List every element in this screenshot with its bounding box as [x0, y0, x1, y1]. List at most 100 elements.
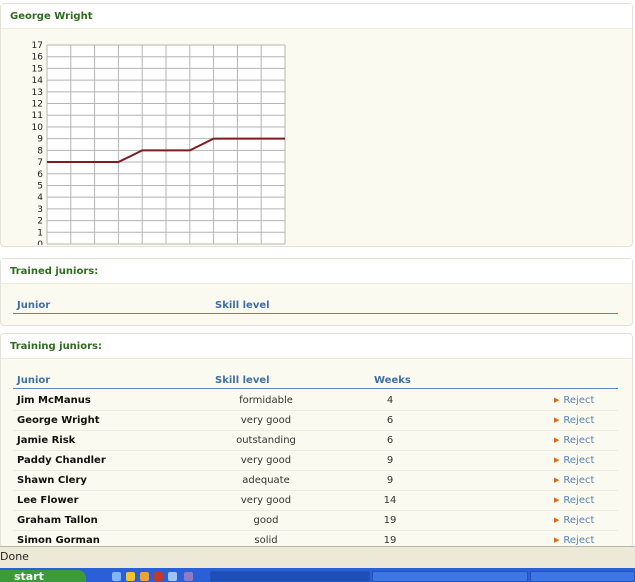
reject-label: Reject — [563, 435, 595, 446]
junior-name[interactable]: Jim McManus — [17, 395, 91, 406]
arrow-right-icon: ▶ — [554, 476, 560, 484]
y-tick-label: 6 — [37, 170, 43, 180]
column-header-skill-level: Skill level — [215, 375, 270, 386]
trained-juniors-panel: Trained juniors: Junior Skill level — [0, 258, 633, 326]
y-tick-label: 1 — [37, 228, 43, 238]
table-row: George Wright very good 6 ▶ Reject — [13, 411, 618, 431]
reject-link[interactable]: ▶ Reject — [554, 435, 594, 446]
reject-label: Reject — [563, 415, 595, 426]
y-tick-label: 5 — [37, 181, 43, 191]
arrow-right-icon: ▶ — [554, 436, 560, 444]
y-tick-label: 2 — [37, 217, 43, 227]
quick-launch-media-icon[interactable] — [126, 572, 135, 581]
junior-name[interactable]: Lee Flower — [17, 495, 79, 506]
reject-link[interactable]: ▶ Reject — [554, 495, 594, 506]
junior-name[interactable]: Shawn Clery — [17, 475, 87, 486]
table-row: Paddy Chandler very good 9 ▶ Reject — [13, 451, 618, 471]
start-button[interactable]: start — [0, 570, 86, 582]
y-tick-label: 4 — [37, 193, 43, 203]
arrow-right-icon: ▶ — [554, 416, 560, 424]
taskbar-window-button[interactable] — [530, 571, 635, 582]
taskbar-window-button[interactable] — [372, 571, 528, 582]
weeks-count: 19 — [383, 535, 397, 546]
table-row: Jim McManus formidable 4 ▶ Reject — [13, 391, 618, 411]
reject-label: Reject — [563, 535, 595, 546]
training-juniors-title: Training juniors: — [1, 334, 632, 359]
y-tick-label: 9 — [37, 135, 43, 145]
y-tick-label: 3 — [37, 205, 43, 215]
taskbar-window-button[interactable] — [210, 571, 370, 582]
trained-juniors-table-header: Junior Skill level — [13, 298, 618, 314]
arrow-right-icon: ▶ — [554, 536, 560, 544]
y-tick-label: 0 — [37, 240, 43, 245]
reject-label: Reject — [563, 455, 595, 466]
reject-link[interactable]: ▶ Reject — [554, 475, 594, 486]
quick-launch-folder-icon[interactable] — [140, 572, 149, 581]
reject-link[interactable]: ▶ Reject — [554, 415, 594, 426]
column-header-junior: Junior — [17, 375, 51, 386]
weeks-count: 4 — [386, 395, 394, 406]
trained-juniors-title: Trained juniors: — [1, 259, 632, 284]
y-tick-label: 17 — [32, 41, 43, 51]
reject-label: Reject — [563, 495, 595, 506]
weeks-count: 9 — [386, 475, 394, 486]
y-tick-label: 13 — [32, 88, 43, 98]
skill-level: outstanding — [236, 435, 296, 446]
reject-link[interactable]: ▶ Reject — [554, 395, 594, 406]
junior-name[interactable]: George Wright — [17, 415, 100, 426]
column-header-junior: Junior — [17, 300, 51, 311]
junior-name[interactable]: Graham Tallon — [17, 515, 98, 526]
column-header-skill-level: Skill level — [215, 300, 270, 311]
reject-link[interactable]: ▶ Reject — [554, 455, 594, 466]
skill-level: solid — [254, 535, 278, 546]
player-chart-title: George Wright — [1, 4, 632, 29]
weeks-count: 9 — [386, 455, 394, 466]
quick-launch-ie-icon[interactable] — [112, 572, 121, 581]
table-row: Shawn Clery adequate 9 ▶ Reject — [13, 471, 618, 491]
weeks-count: 14 — [383, 495, 397, 506]
skill-level: very good — [240, 415, 292, 426]
status-text: Done — [0, 550, 29, 563]
skill-history-chart: 01234567891011121314151617 — [32, 41, 286, 245]
quick-launch-desktop-icon[interactable] — [168, 572, 177, 581]
junior-name[interactable]: Simon Gorman — [17, 535, 100, 546]
reject-link[interactable]: ▶ Reject — [554, 515, 594, 526]
y-tick-label: 15 — [32, 64, 43, 74]
weeks-count: 6 — [386, 415, 394, 426]
arrow-right-icon: ▶ — [554, 396, 560, 404]
reject-label: Reject — [563, 515, 595, 526]
y-tick-label: 8 — [37, 146, 43, 156]
arrow-right-icon: ▶ — [554, 456, 560, 464]
quick-launch-app-icon[interactable] — [154, 572, 163, 581]
junior-name[interactable]: Jamie Risk — [17, 435, 75, 446]
junior-name[interactable]: Paddy Chandler — [17, 455, 106, 466]
y-tick-label: 14 — [32, 76, 44, 86]
weeks-count: 6 — [386, 435, 394, 446]
y-tick-label: 7 — [37, 158, 43, 168]
skill-level: very good — [240, 495, 292, 506]
table-row: Jamie Risk outstanding 6 ▶ Reject — [13, 431, 618, 451]
windows-taskbar: start — [0, 568, 635, 582]
arrow-right-icon: ▶ — [554, 516, 560, 524]
y-tick-label: 16 — [32, 53, 44, 63]
table-row: Lee Flower very good 14 ▶ Reject — [13, 491, 618, 511]
browser-status-bar: Done — [0, 546, 635, 568]
skill-level: very good — [240, 455, 292, 466]
column-header-weeks: Weeks — [374, 375, 411, 386]
skill-level: adequate — [242, 475, 290, 486]
quick-launch-extra-icon[interactable] — [184, 572, 193, 581]
y-tick-label: 11 — [32, 111, 43, 121]
player-chart-panel: George Wright 0 1 2 3 4 5 6 7 8 9 10 11 12 13 14 15 16 17 — [0, 3, 633, 247]
reject-label: Reject — [563, 475, 595, 486]
y-tick-label: 10 — [32, 123, 44, 133]
reject-link[interactable]: ▶ Reject — [554, 535, 594, 546]
skill-level: good — [253, 515, 279, 526]
training-juniors-panel: Training juniors: Junior Skill level Wee… — [0, 333, 633, 548]
reject-label: Reject — [563, 395, 595, 406]
table-row: Graham Tallon good 19 ▶ Reject — [13, 511, 618, 531]
training-juniors-table-header: Junior Skill level Weeks — [13, 373, 618, 389]
arrow-right-icon: ▶ — [554, 496, 560, 504]
skill-level: formidable — [239, 395, 293, 406]
y-tick-label: 12 — [32, 100, 43, 110]
weeks-count: 19 — [383, 515, 397, 526]
